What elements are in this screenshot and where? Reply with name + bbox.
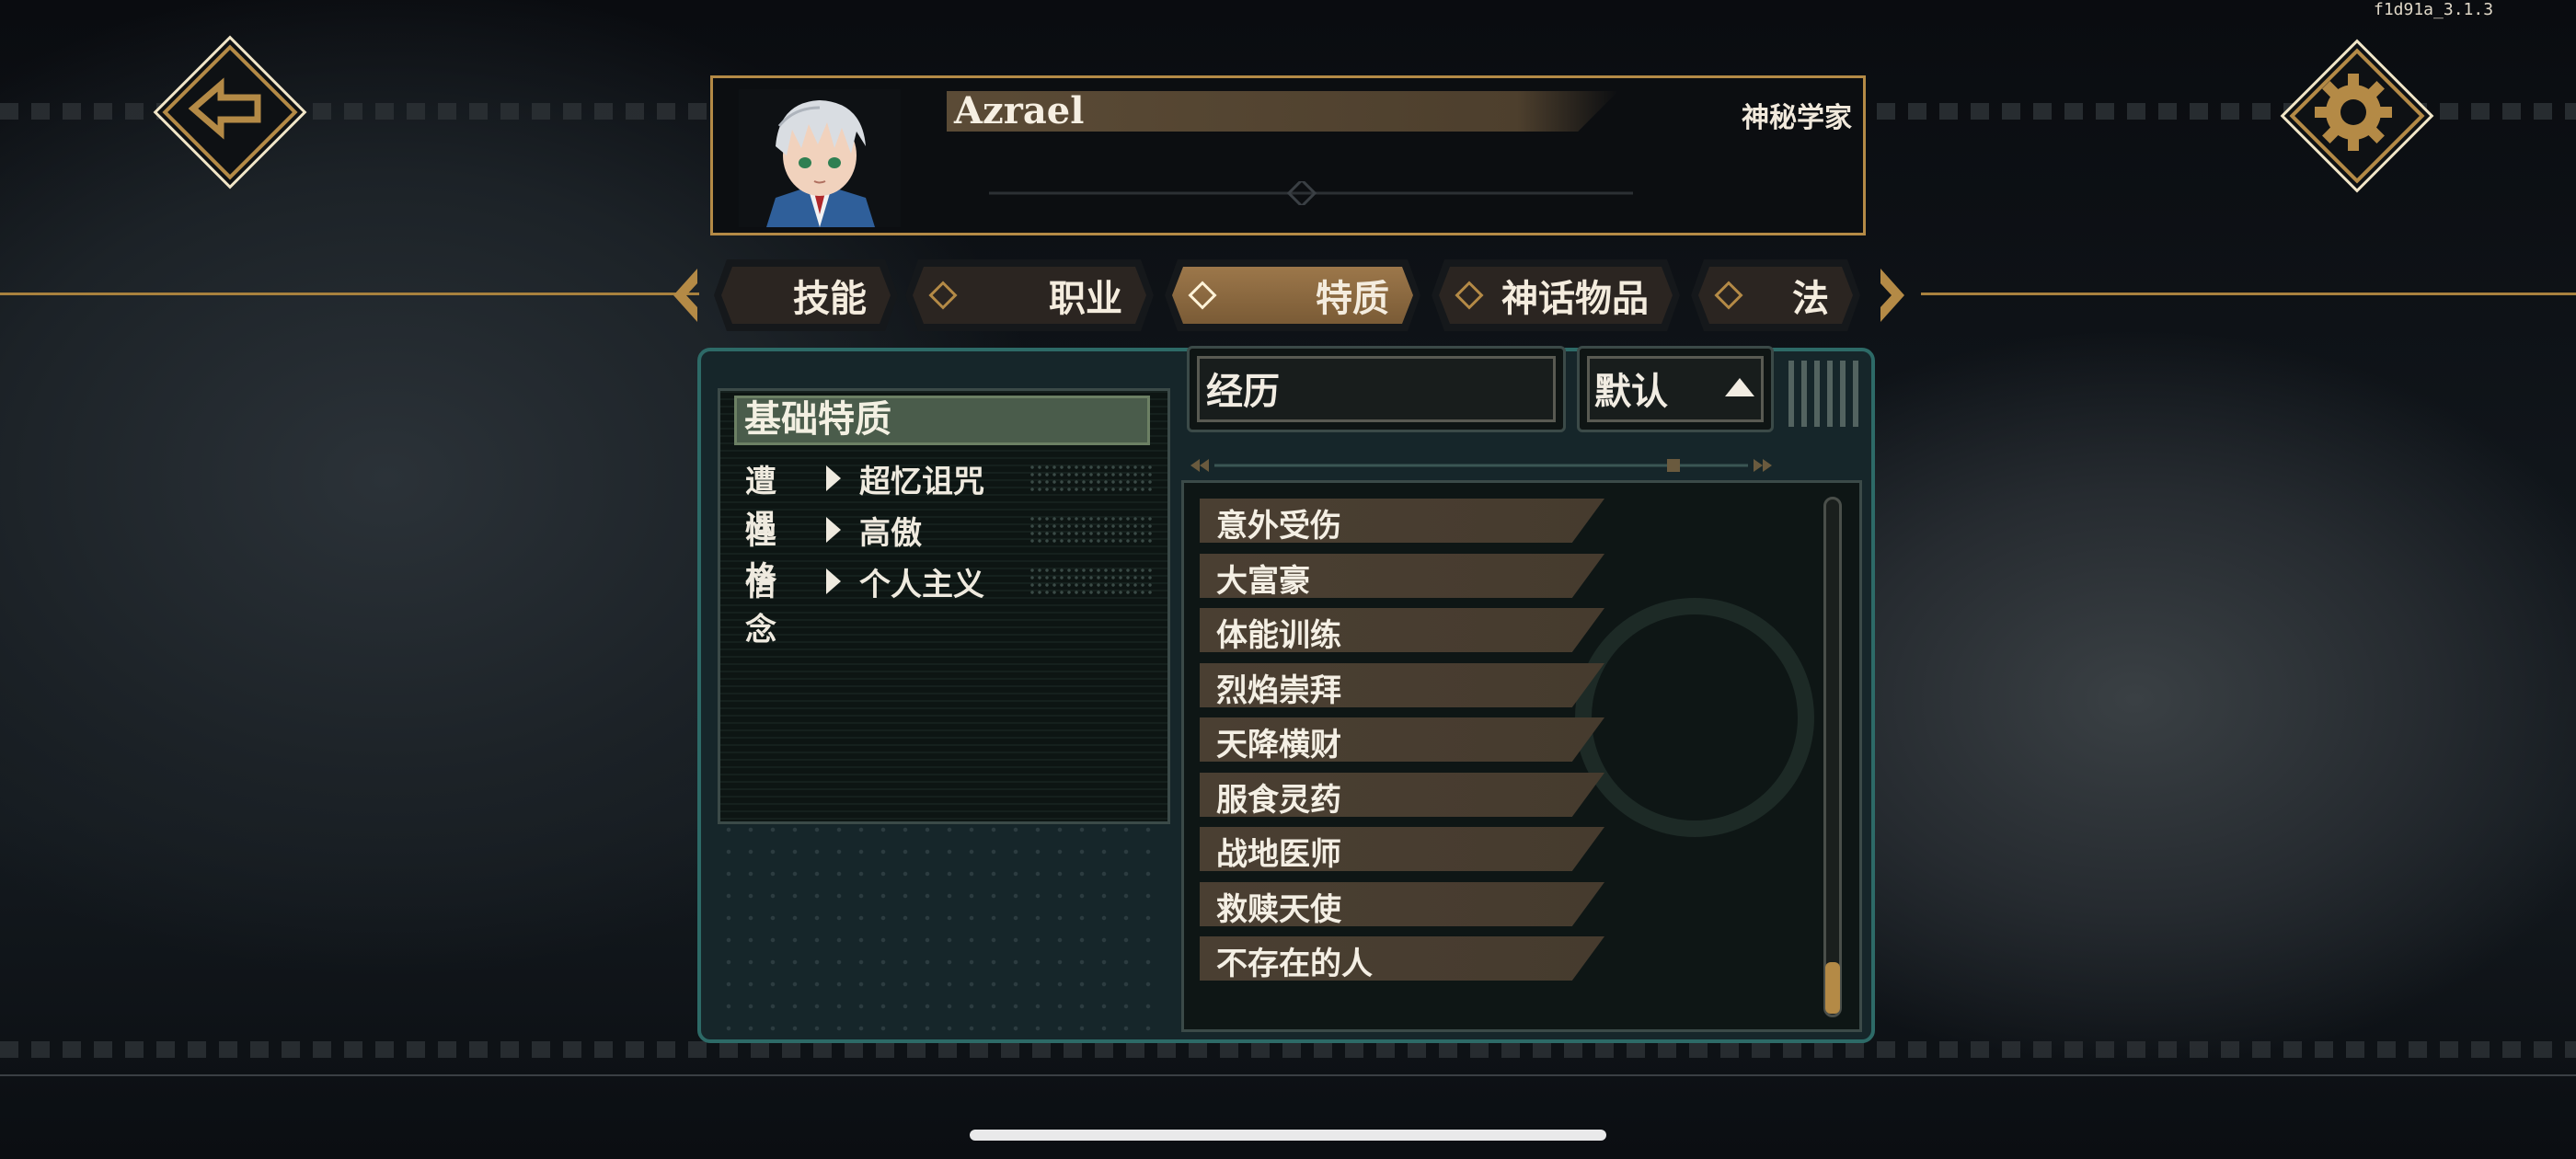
character-class: 神秘学家 [1742, 102, 1852, 134]
trait-list-item-label: 救赎天使 [1216, 891, 1341, 928]
panel-grille-decoration [1788, 361, 1864, 427]
back-arrow-icon [188, 77, 261, 140]
list-scrollbar[interactable] [1823, 497, 1842, 1017]
tab-label: 特质 [1316, 277, 1389, 320]
settings-button[interactable] [2289, 48, 2425, 184]
sort-dropdown[interactable]: 默认 [1577, 346, 1774, 432]
trait-value: 高傲 [859, 515, 922, 552]
basic-traits-box [718, 388, 1170, 824]
card-decoration [989, 181, 1633, 205]
trait-value: 个人主义 [859, 567, 984, 603]
trait-list-item-label: 服食灵药 [1216, 782, 1341, 819]
tab-mythos-items[interactable]: 神话物品 [1432, 259, 1680, 331]
tab-profession[interactable]: 职业 [905, 259, 1154, 331]
trait-list-item-label: 烈焰崇拜 [1216, 672, 1341, 709]
tab-skills[interactable]: 技能 [714, 259, 898, 331]
home-indicator[interactable] [970, 1130, 1606, 1141]
emblem-decoration [1575, 598, 1814, 837]
sort-value: 默认 [1594, 370, 1668, 413]
trait-list-item-label: 意外受伤 [1216, 508, 1341, 545]
tab-prev-arrow-icon[interactable] [668, 265, 705, 326]
bottom-dash-decoration [0, 1041, 2576, 1058]
right-gold-line [1921, 293, 2576, 295]
tab-label: 法 [1792, 277, 1829, 320]
tab-traits[interactable]: 特质 [1165, 259, 1420, 331]
tab-next-arrow-icon[interactable] [1873, 265, 1910, 326]
tab-label: 技能 [793, 277, 867, 320]
trait-list-item-label: 大富豪 [1216, 563, 1310, 600]
category-filter[interactable]: 经历 [1187, 346, 1566, 432]
panel-dot-pattern [718, 819, 1159, 1036]
tab-spells[interactable]: 法 [1691, 259, 1860, 331]
left-gold-line [0, 293, 699, 295]
trait-list-item-label: 不存在的人 [1216, 946, 1373, 982]
trait-list-item-label: 天降横财 [1216, 727, 1341, 763]
triangle-right-icon [826, 517, 841, 543]
back-button[interactable] [162, 44, 298, 180]
caret-up-icon [1725, 378, 1754, 396]
character-card: Azrael 神秘学家 [710, 75, 1866, 235]
trait-list-item-label: 体能训练 [1216, 617, 1341, 654]
character-portrait [739, 89, 901, 227]
gear-icon [2315, 74, 2392, 151]
basic-traits-title: 基础特质 [734, 396, 1150, 445]
triangle-right-icon [826, 465, 841, 491]
character-name: Azrael [954, 89, 1085, 132]
trait-list-item-label: 战地医师 [1216, 836, 1341, 873]
triangle-right-icon [826, 568, 841, 594]
category-filter-value: 经历 [1206, 370, 1280, 413]
version-label: f1d91a_3.1.3 [2374, 0, 2494, 19]
trait-key: 信念 [745, 567, 776, 648]
trait-value: 超忆诅咒 [859, 464, 984, 500]
tab-label: 神话物品 [1501, 277, 1649, 320]
tab-label: 职业 [1049, 277, 1122, 320]
list-track-decoration [1190, 459, 1772, 472]
scrollbar-thumb[interactable] [1825, 962, 1840, 1014]
bottom-divider [0, 1074, 2576, 1076]
